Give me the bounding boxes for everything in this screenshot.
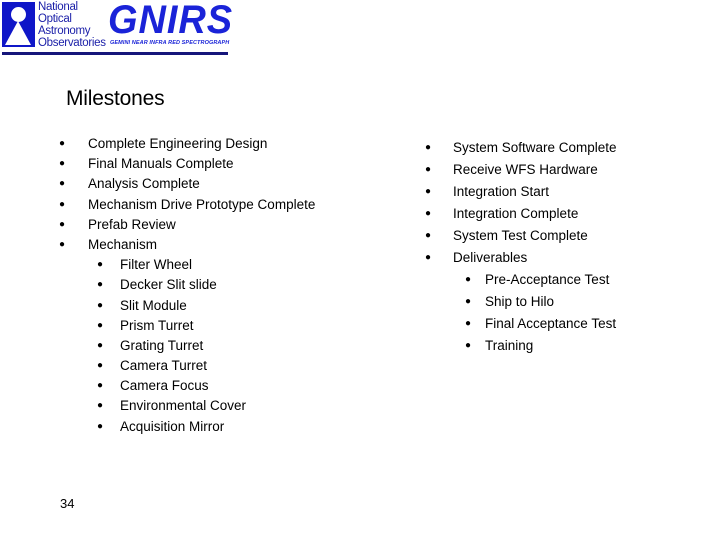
- org-line: National: [38, 1, 78, 13]
- sub-list-item-label: Camera Focus: [120, 378, 209, 394]
- bullet-icon: ●: [97, 279, 104, 291]
- list-item-label: Complete Engineering Design: [88, 136, 268, 151]
- gnirs-logo: GNIRS: [108, 0, 234, 42]
- bullet-icon: ●: [59, 238, 66, 250]
- sub-list-item-label: Pre-Acceptance Test: [485, 272, 610, 287]
- sub-list-item-label: Camera Turret: [120, 358, 208, 374]
- list-item-label: Receive WFS Hardware: [453, 162, 598, 177]
- bullet-icon: ●: [97, 360, 104, 372]
- list-item-label: Integration Start: [453, 184, 550, 199]
- list-item-label: System Test Complete: [453, 228, 588, 243]
- bullet-icon: ●: [425, 164, 432, 175]
- bullet-icon: ●: [59, 198, 66, 210]
- bullet-icon: ●: [97, 299, 104, 311]
- bullet-icon: ●: [97, 380, 104, 392]
- list-item-label: Mechanism: [88, 236, 158, 252]
- sub-list-item-label: Prism Turret: [120, 317, 194, 333]
- sub-list-item-label: Environmental Cover: [120, 398, 247, 414]
- sub-list-item-label: Decker Slit slide: [120, 277, 217, 293]
- bullet-icon: ●: [465, 340, 472, 351]
- sub-list-item-label: Slit Module: [120, 297, 187, 313]
- sub-list-item-label: Filter Wheel: [120, 257, 193, 273]
- bullet-icon: ●: [59, 158, 66, 170]
- bullet-icon: ●: [425, 142, 432, 153]
- sub-list-item-label: Final Acceptance Test: [485, 316, 617, 331]
- list-item-label: System Software Complete: [453, 140, 617, 155]
- list-item-label: Final Manuals Complete: [88, 156, 234, 172]
- bullet-icon: ●: [59, 178, 66, 190]
- bullet-icon: ●: [59, 218, 66, 230]
- bullet-icon: ●: [425, 252, 432, 263]
- sub-list-item-label: Ship to Hilo: [485, 294, 555, 309]
- bullet-icon: ●: [97, 319, 104, 331]
- bullet-icon: ●: [425, 186, 432, 197]
- slide-title: Milestones: [66, 87, 165, 110]
- noao-name: National Optical Astronomy Observatories: [38, 1, 106, 49]
- bullet-icon: ●: [97, 339, 104, 351]
- list-item-label: Prefab Review: [88, 216, 176, 232]
- sub-list-item-label: Training: [485, 338, 534, 353]
- list-item-label: Analysis Complete: [88, 176, 200, 192]
- org-line: Optical: [38, 13, 72, 25]
- sub-list-item-label: Acquisition Mirror: [120, 418, 225, 434]
- gnirs-subtitle: GEMINI NEAR INFRA RED SPECTROGRAPH: [110, 40, 230, 46]
- bullet-icon: ●: [425, 208, 432, 219]
- bullet-icon: ●: [97, 420, 104, 432]
- bullet-icon: ●: [425, 230, 432, 241]
- org-line: Observatories: [38, 37, 106, 49]
- bullet-icon: ●: [465, 296, 472, 307]
- list-item-label: Mechanism Drive Prototype Complete: [88, 196, 316, 212]
- bullet-icon: ●: [97, 400, 104, 412]
- sub-list-item-label: Grating Turret: [120, 337, 204, 353]
- bullet-icon: ●: [465, 274, 472, 285]
- bullet-icon: ●: [59, 138, 66, 149]
- list-item-label: Integration Complete: [453, 206, 579, 221]
- bullet-icon: ●: [465, 318, 472, 329]
- bullet-icon: ●: [97, 259, 104, 271]
- header-divider: [2, 52, 228, 55]
- list-item-label: Deliverables: [453, 250, 528, 265]
- header-logos: National Optical Astronomy Observatories…: [0, 0, 232, 56]
- page-number: 34: [60, 496, 75, 511]
- org-line: Astronomy: [38, 25, 91, 37]
- noao-logo-icon: [2, 2, 35, 47]
